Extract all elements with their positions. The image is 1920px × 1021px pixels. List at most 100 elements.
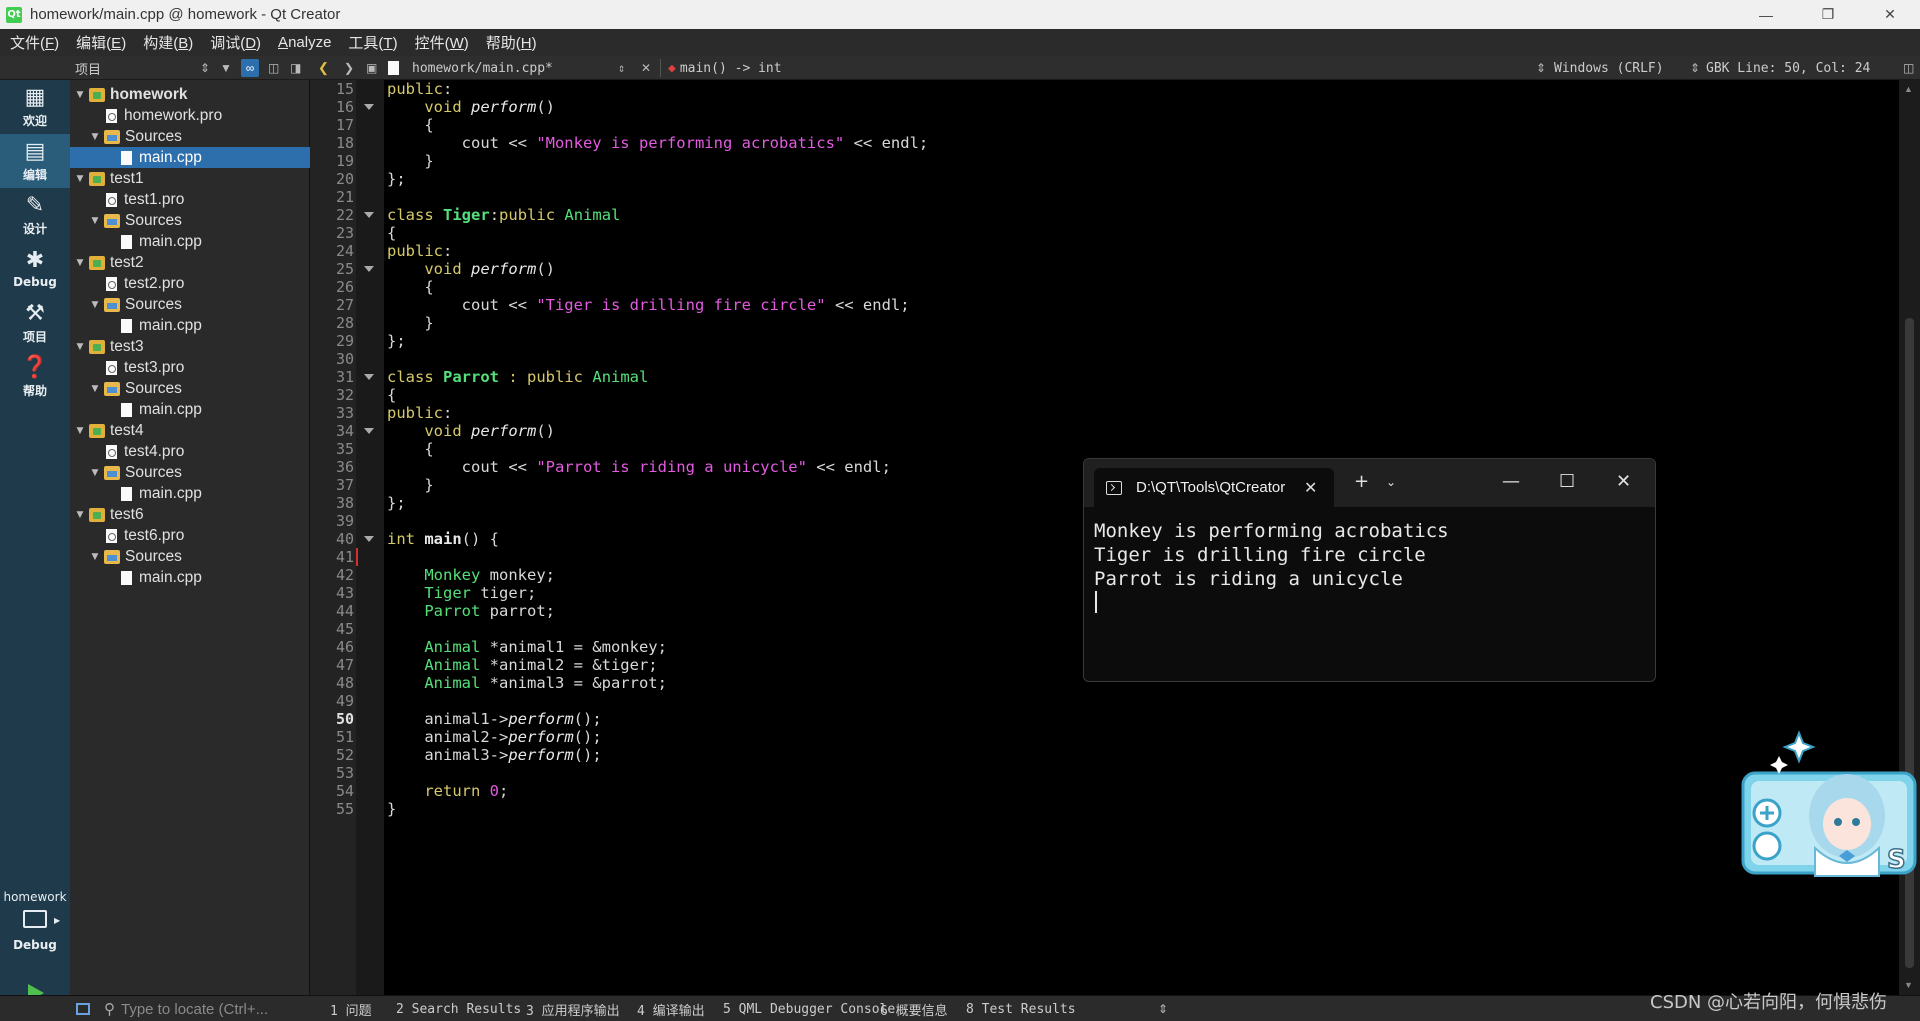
tree-item[interactable]: ▼ test2 [70,252,310,273]
tree-item[interactable]: ▼ test4 [70,420,310,441]
tree-item[interactable]: ▼ Sources [70,126,310,147]
tree-item[interactable]: main.cpp [70,399,310,420]
tree-item[interactable]: ▼ test6 [70,504,310,525]
output-pane-button[interactable]: 5 QML Debugger Console [723,996,895,1021]
menu-item[interactable]: 文件(F) [3,32,66,53]
tree-item[interactable]: ▼ Sources [70,462,310,483]
tree-item[interactable]: ▼ test3 [70,336,310,357]
code-line[interactable]: void perform() [387,98,555,116]
code-line[interactable]: cout << "Monkey is performing acrobatics… [387,134,929,152]
terminal-close-icon[interactable]: ✕ [1616,471,1631,492]
pane-arrows-icon[interactable]: ⇕ [1158,996,1168,1021]
code-line[interactable]: } [387,152,433,170]
split-editor-icon[interactable]: ◫ [1903,56,1914,80]
code-line[interactable]: Animal *animal1 = &monkey; [387,638,667,656]
code-line[interactable]: class Parrot : public Animal [387,368,648,386]
encoding-position-label[interactable]: GBK Line: 50, Col: 24 [1706,56,1870,80]
terminal-minimize-icon[interactable]: — [1502,471,1520,492]
toggle-sidebar-icon[interactable] [74,996,92,1021]
output-pane-button[interactable]: 8 Test Results [966,996,1076,1021]
code-line[interactable]: Animal *animal2 = &tiger; [387,656,657,674]
code-line[interactable]: animal3->perform(); [387,746,601,764]
menu-item[interactable]: 调试(D) [203,32,268,53]
code-line[interactable]: Animal *animal3 = &parrot; [387,674,667,692]
fold-toggle-icon[interactable] [364,212,374,218]
restore-button[interactable]: ❐ [1800,0,1856,29]
scroll-down-icon[interactable]: ▼ [1904,980,1913,990]
code-line[interactable]: animal2->perform(); [387,728,601,746]
close-button[interactable]: ✕ [1862,0,1918,29]
project-view-selector[interactable]: 项目 ⇕ [75,56,215,80]
fold-toggle-icon[interactable] [364,536,374,542]
mode-design[interactable]: ✎ 设计 [0,188,70,242]
fold-toggle-icon[interactable] [364,104,374,110]
tree-item[interactable]: test1.pro [70,189,310,210]
output-pane-button[interactable]: 6 概要信息 [880,996,948,1021]
code-line[interactable]: Tiger tiger; [387,584,536,602]
menu-item[interactable]: 构建(B) [136,32,200,53]
locator-input[interactable]: ⚲ Type to locate (Ctrl+... [104,999,304,1019]
mode-debug[interactable]: ✱ Debug [0,242,70,296]
tree-item[interactable]: homework.pro [70,105,310,126]
code-line[interactable]: public: [387,242,452,260]
output-pane-button[interactable]: 1 问题 [330,996,372,1021]
mode-projects[interactable]: ⚒ 项目 [0,296,70,350]
code-line[interactable]: } [387,800,396,818]
menu-item[interactable]: 帮助(H) [479,32,544,53]
tree-item[interactable]: main.cpp [70,483,310,504]
tree-item[interactable]: ▼ Sources [70,546,310,567]
filter-icon[interactable]: ▼ [220,56,232,80]
code-line[interactable]: }; [387,332,406,350]
fold-toggle-icon[interactable] [364,428,374,434]
tree-item[interactable]: ▼ Sources [70,210,310,231]
tree-item[interactable]: ▼ Sources [70,378,310,399]
tree-item[interactable]: main.cpp [70,315,310,336]
mode-edit[interactable]: ▤ 编辑 [0,134,70,188]
code-line[interactable]: void perform() [387,422,555,440]
code-line[interactable]: class Tiger:public Animal [387,206,620,224]
scroll-up-icon[interactable]: ▲ [1904,84,1913,94]
tree-item[interactable]: ▼ Sources [70,294,310,315]
output-pane-button[interactable]: 4 编译输出 [637,996,705,1021]
chevron-down-icon[interactable]: ⌄ [1386,475,1396,489]
kit-selector-monitor-icon[interactable] [23,910,47,928]
code-line[interactable]: } [387,314,433,332]
menu-item[interactable]: 编辑(E) [69,32,133,53]
output-pane-button[interactable]: 2 Search Results [396,996,521,1021]
symbol-selector[interactable]: ◆ main() -> int [668,56,782,80]
minimize-button[interactable]: — [1738,0,1794,29]
code-line[interactable]: { [387,440,433,458]
tree-item[interactable]: test3.pro [70,357,310,378]
menu-item[interactable]: Analyze [271,34,338,51]
code-line[interactable]: { [387,386,396,404]
back-icon[interactable]: ❮ [318,56,329,80]
tree-item[interactable]: ▼ test1 [70,168,310,189]
close-tab-icon[interactable]: ✕ [1304,478,1317,498]
mode-welcome[interactable]: ▦ 欢迎 [0,80,70,134]
code-line[interactable]: } [387,476,433,494]
tree-item[interactable]: main.cpp [70,567,310,588]
fold-toggle-icon[interactable] [364,266,374,272]
tree-item[interactable]: test2.pro [70,273,310,294]
code-line[interactable]: void perform() [387,260,555,278]
code-line[interactable]: cout << "Tiger is drilling fire circle" … [387,296,910,314]
code-line[interactable]: cout << "Parrot is riding a unicycle" <<… [387,458,891,476]
code-line[interactable]: }; [387,494,406,512]
close-document-icon[interactable]: ✕ [641,56,651,80]
code-line[interactable]: { [387,278,433,296]
tree-item[interactable]: test6.pro [70,525,310,546]
output-pane-button[interactable]: 3 应用程序输出 [526,996,620,1021]
tree-item[interactable]: main.cpp [70,147,310,168]
code-line[interactable]: { [387,224,396,242]
open-file-selector[interactable]: homework/main.cpp* ⇕ [412,56,632,80]
terminal-maximize-icon[interactable]: ☐ [1559,471,1575,492]
split-icon[interactable]: ◫ [268,56,279,80]
code-line[interactable]: public: [387,404,452,422]
menu-item[interactable]: 控件(W) [408,32,476,53]
mode-help[interactable]: ❓ 帮助 [0,350,70,404]
code-line[interactable]: int main() { [387,530,499,548]
code-line[interactable]: { [387,116,433,134]
tree-item[interactable]: test4.pro [70,441,310,462]
code-line[interactable]: return 0; [387,782,508,800]
code-line[interactable]: Monkey monkey; [387,566,555,584]
